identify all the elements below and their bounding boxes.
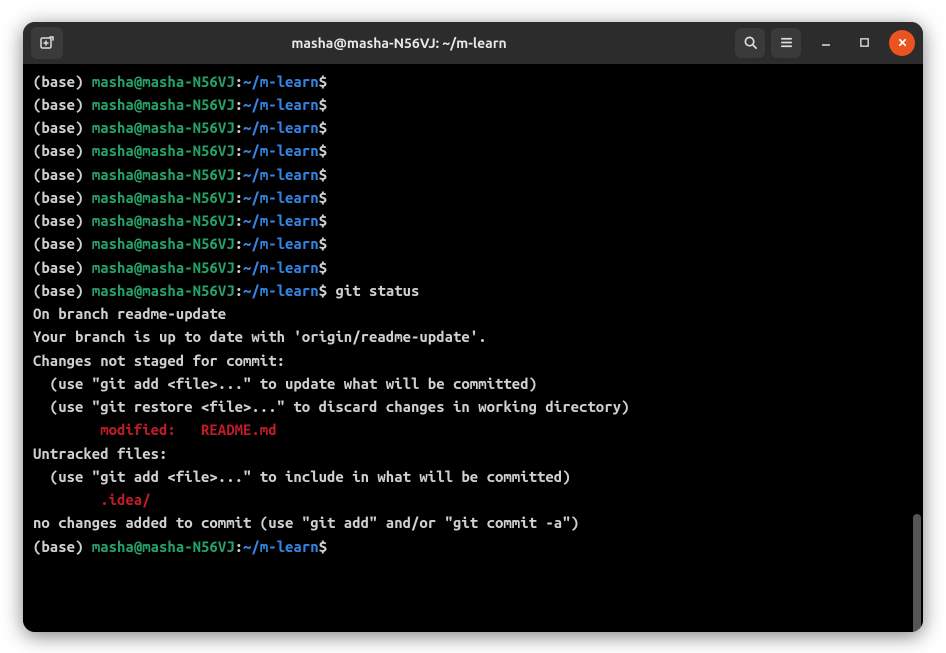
minimize-icon: [820, 37, 832, 49]
prompt-line: (base) masha@masha-N56VJ:~/m-learn$: [33, 232, 913, 255]
hamburger-icon: [779, 35, 794, 50]
close-icon: [897, 37, 908, 48]
menu-button[interactable]: [771, 28, 801, 58]
close-button[interactable]: [889, 30, 915, 56]
output-modified-line: modified: README.md: [33, 418, 913, 441]
output-line: Your branch is up to date with 'origin/r…: [33, 325, 913, 348]
command-line: (base) masha@masha-N56VJ:~/m-learn$ git …: [33, 279, 913, 302]
window-title: masha@masha-N56VJ: ~/m-learn: [63, 35, 735, 51]
output-line: Changes not staged for commit:: [33, 349, 913, 372]
prompt-line: (base) masha@masha-N56VJ:~/m-learn$: [33, 186, 913, 209]
output-line: (use "git add <file>..." to include in w…: [33, 465, 913, 488]
terminal-body[interactable]: (base) masha@masha-N56VJ:~/m-learn$ (bas…: [23, 64, 923, 632]
output-line: On branch readme-update: [33, 302, 913, 325]
output-untracked-line: .idea/: [33, 488, 913, 511]
new-tab-icon: [39, 35, 55, 51]
output-line: Untracked files:: [33, 442, 913, 465]
search-button[interactable]: [735, 28, 765, 58]
titlebar: masha@masha-N56VJ: ~/m-learn: [23, 22, 923, 64]
maximize-button[interactable]: [851, 30, 877, 56]
output-line: (use "git add <file>..." to update what …: [33, 372, 913, 395]
maximize-icon: [859, 37, 870, 48]
prompt-line: (base) masha@masha-N56VJ:~/m-learn$: [33, 93, 913, 116]
prompt-line-active: (base) masha@masha-N56VJ:~/m-learn$: [33, 535, 913, 558]
prompt-line: (base) masha@masha-N56VJ:~/m-learn$: [33, 209, 913, 232]
minimize-button[interactable]: [813, 30, 839, 56]
prompt-line: (base) masha@masha-N56VJ:~/m-learn$: [33, 163, 913, 186]
new-tab-button[interactable]: [31, 27, 63, 59]
git-status-command: git status: [327, 282, 419, 299]
prompt-line: (base) masha@masha-N56VJ:~/m-learn$: [33, 139, 913, 162]
output-line: no changes added to commit (use "git add…: [33, 511, 913, 534]
terminal-window: masha@masha-N56VJ: ~/m-learn: [23, 22, 923, 632]
prompt-line: (base) masha@masha-N56VJ:~/m-learn$: [33, 256, 913, 279]
search-icon: [743, 35, 758, 50]
prompt-line: (base) masha@masha-N56VJ:~/m-learn$: [33, 116, 913, 139]
scrollbar-thumb[interactable]: [913, 514, 921, 632]
output-line: (use "git restore <file>..." to discard …: [33, 395, 913, 418]
prompt-line: (base) masha@masha-N56VJ:~/m-learn$: [33, 70, 913, 93]
